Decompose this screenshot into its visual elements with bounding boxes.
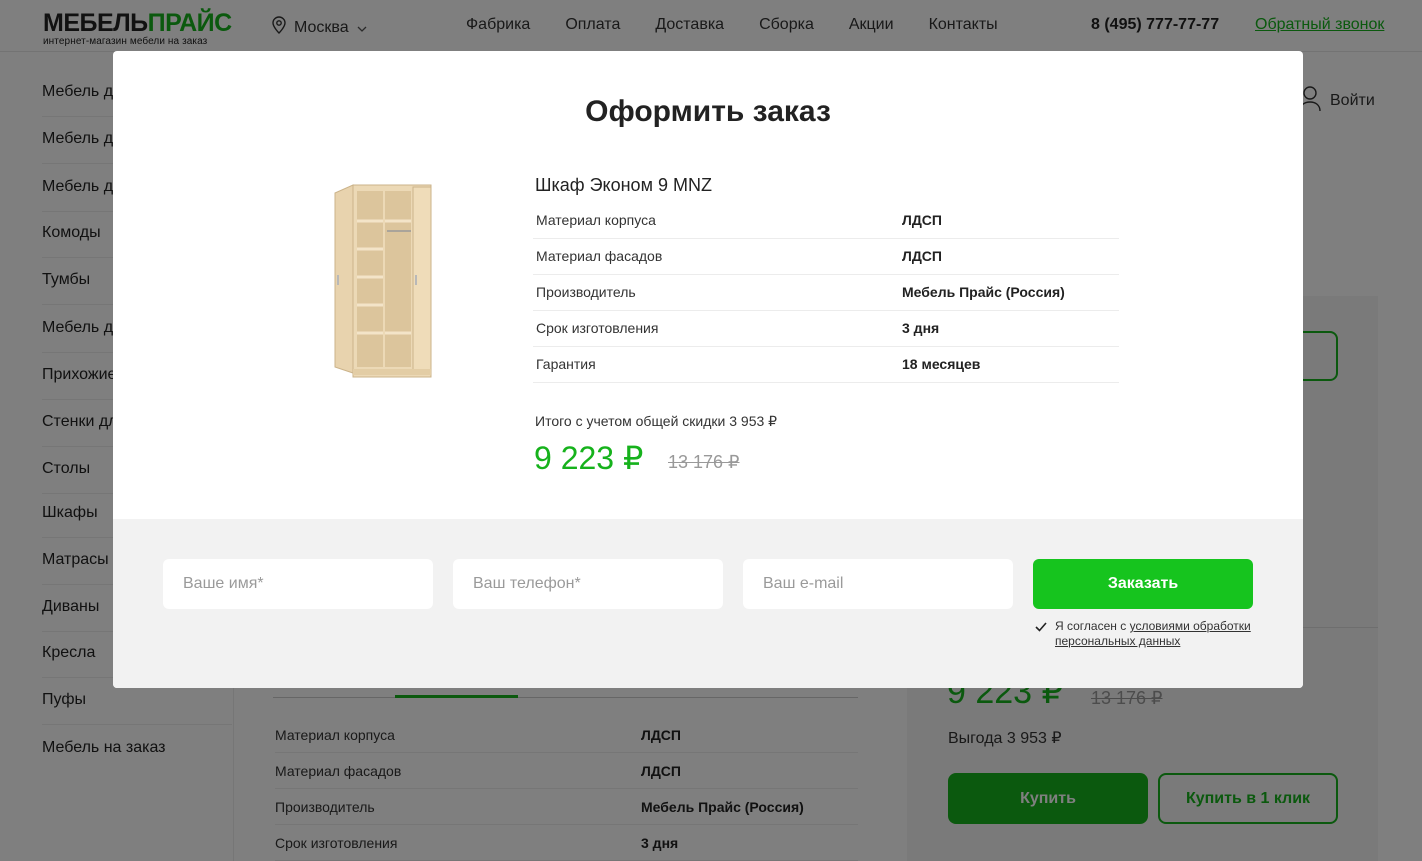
spec-row: Производитель Мебель Прайс (Россия): [533, 275, 1119, 311]
email-input[interactable]: [743, 559, 1013, 609]
modal-product-name: Шкаф Эконом 9 MNZ: [535, 175, 712, 195]
consent-prefix: Я согласен с: [1055, 619, 1130, 633]
consent-checkbox[interactable]: [1033, 619, 1049, 635]
spec-key: Производитель: [536, 284, 636, 300]
spec-key: Материал корпуса: [536, 212, 656, 228]
phone-input[interactable]: [453, 559, 723, 609]
spec-key: Гарантия: [536, 356, 596, 372]
spec-value: ЛДСП: [902, 212, 942, 228]
total-discount-label: Итого с учетом общей скидки 3 953 ₽: [535, 413, 778, 429]
spec-row: Срок изготовления 3 дня: [533, 311, 1119, 347]
order-form: Заказать Я согласен с условиями обработк…: [113, 519, 1303, 688]
modal-price: 9 223 ₽: [534, 440, 644, 476]
name-input[interactable]: [163, 559, 433, 609]
modal-title: Оформить заказ: [585, 95, 831, 128]
spec-value: Мебель Прайс (Россия): [902, 284, 1065, 300]
order-submit-button[interactable]: Заказать: [1033, 559, 1253, 609]
spec-value: 18 месяцев: [902, 356, 981, 372]
spec-row: Материал фасадов ЛДСП: [533, 239, 1119, 275]
spec-row: Гарантия 18 месяцев: [533, 347, 1119, 383]
spec-row: Материал корпуса ЛДСП: [533, 203, 1119, 239]
consent-checkbox-row: Я согласен с условиями обработки персона…: [1033, 619, 1255, 649]
order-modal: Оформить заказ Шкаф Эконом 9 MNZ Материа…: [113, 51, 1303, 688]
spec-key: Срок изготовления: [536, 320, 659, 336]
spec-value: 3 дня: [902, 320, 940, 336]
modal-old-price: 13 176 ₽: [668, 452, 740, 472]
consent-text: Я согласен с условиями обработки персона…: [1055, 619, 1255, 649]
modal-specs-table: Материал корпуса ЛДСП Материал фасадов ЛДС…: [533, 203, 1119, 383]
spec-key: Материал фасадов: [536, 248, 663, 264]
product-image: [333, 183, 433, 379]
spec-value: ЛДСП: [902, 248, 942, 264]
checkmark-icon: [1035, 622, 1047, 632]
